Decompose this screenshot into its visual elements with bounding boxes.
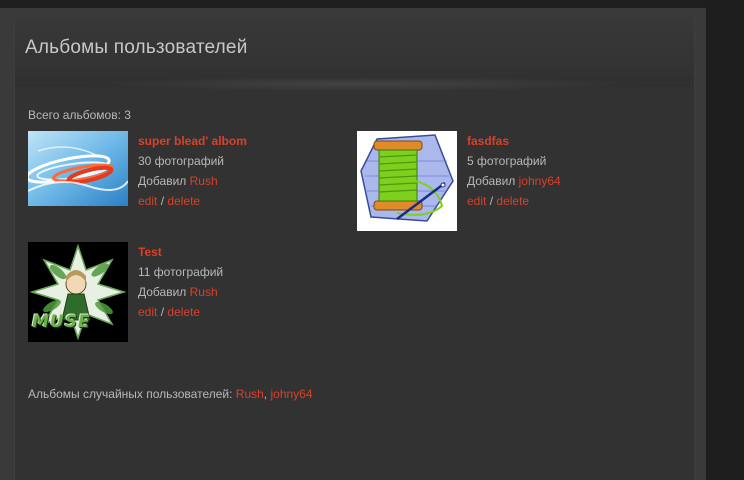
abstract-swirl-thumbnail-icon [28,131,128,206]
action-separator: / [160,305,165,319]
added-by-label: Добавил [138,174,187,188]
album-actions: edit / delete [467,191,561,211]
total-albums-count: Всего альбомов: 3 [28,108,131,122]
album-info: Test 11 фотографий Добавил Rush edit / d… [138,242,223,322]
album-title-link[interactable]: super blead' albom [138,131,247,151]
album-thumbnail[interactable]: MUSE [28,242,128,342]
random-users-label: Альбомы случайных пользователей: [28,387,233,401]
action-separator: / [489,194,494,208]
album-actions: edit / delete [138,302,223,322]
album-info: fasdfas 5 фотографий Добавил johny64 edi… [467,131,561,211]
album-card: MUSE Test 11 фотографий Добавил Rush edi… [28,242,328,342]
album-thumbnail[interactable] [357,131,457,231]
thread-spool-thumbnail-icon [357,131,457,228]
page-title: Альбомы пользователей [25,37,248,58]
content-panel: Альбомы пользователей Всего альбомов: 3 [14,17,695,480]
album-card: fasdfas 5 фотографий Добавил johny64 edi… [357,131,657,231]
album-photo-count: 11 фотографий [138,265,224,279]
added-by-label: Добавил [467,174,516,188]
random-user-link[interactable]: johny64 [270,387,312,401]
delete-link[interactable]: delete [496,194,529,208]
right-gutter [706,0,744,480]
edit-link[interactable]: edit [138,305,157,319]
album-added-by: Добавил johny64 [467,171,561,191]
album-user-link[interactable]: Rush [190,285,218,299]
title-divider [85,77,645,91]
album-actions: edit / delete [138,191,247,211]
album-user-link[interactable]: johny64 [519,174,561,188]
album-photo-count: 5 фотографий [467,154,547,168]
album-thumbnail[interactable] [28,131,128,231]
random-users-line: Альбомы случайных пользователей: Rush, j… [28,387,313,401]
thumb-muse-text: MUSE [32,312,91,332]
random-users-separator: , [263,387,268,401]
edit-link[interactable]: edit [467,194,486,208]
album-title-link[interactable]: fasdfas [467,131,561,151]
album-photo-count: 30 фотографий [138,154,225,168]
album-added-by: Добавил Rush [138,171,247,191]
delete-link[interactable]: delete [167,305,200,319]
album-user-link[interactable]: Rush [190,174,218,188]
album-info: super blead' albom 30 фотографий Добавил… [138,131,247,211]
album-added-by: Добавил Rush [138,282,223,302]
action-separator: / [160,194,165,208]
random-user-link[interactable]: Rush [236,387,264,401]
edit-link[interactable]: edit [138,194,157,208]
delete-link[interactable]: delete [167,194,200,208]
added-by-label: Добавил [138,285,187,299]
album-title-link[interactable]: Test [138,242,223,262]
album-card: super blead' albom 30 фотографий Добавил… [28,131,328,231]
